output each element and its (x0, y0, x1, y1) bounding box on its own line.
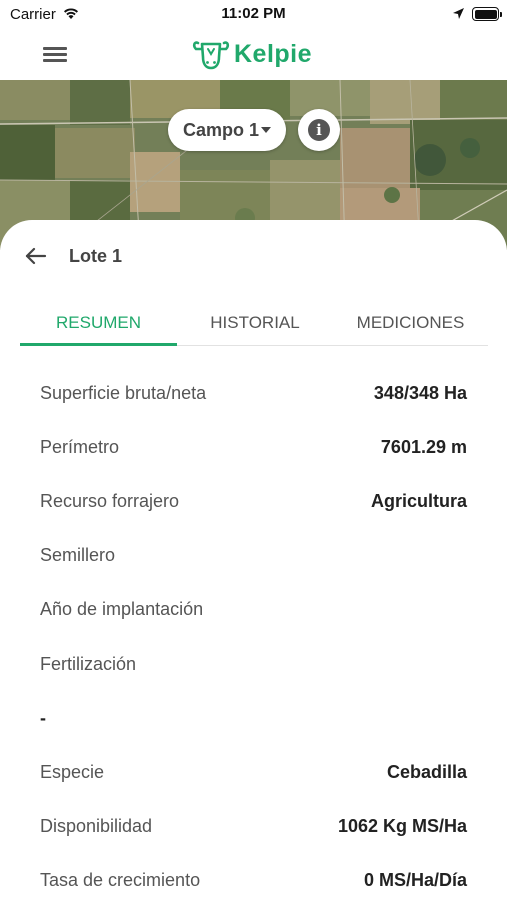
row-dash: - (40, 691, 467, 745)
field-selector-label: Campo 1 (182, 119, 260, 140)
row-label: Tasa de crecimiento (40, 870, 201, 891)
row-value: 0 MS/Ha/Día (363, 870, 467, 891)
row-recurso-forrajero: Recurso forrajero Agricultura (40, 474, 467, 528)
row-label: Disponibilidad (40, 816, 153, 837)
row-label: Perímetro (40, 436, 120, 457)
cow-logo-icon (192, 41, 230, 70)
row-value: Cebadilla (386, 761, 467, 782)
row-label: Especie (40, 761, 105, 782)
brand-name: Kelpie (234, 39, 313, 68)
row-value: 1062 Kg MS/Ha (337, 816, 467, 837)
back-arrow-icon[interactable] (22, 242, 50, 270)
row-label: Superficie bruta/neta (40, 382, 207, 403)
tab-mediciones[interactable]: MEDICIONES (333, 300, 488, 346)
battery-icon (472, 7, 502, 21)
tab-historial[interactable]: HISTORIAL (177, 300, 333, 346)
row-value: Agricultura (370, 490, 467, 511)
info-icon: i (308, 119, 330, 141)
brand-logo: Kelpie (192, 36, 312, 72)
row-especie: Especie Cebadilla (40, 745, 467, 799)
row-label: Recurso forrajero (40, 490, 180, 511)
row-label: Fertilización (40, 653, 137, 674)
caret-down-icon (261, 127, 272, 133)
row-tasa-crecimiento: Tasa de crecimiento 0 MS/Ha/Día (40, 854, 467, 900)
row-disponibilidad: Disponibilidad 1062 Kg MS/Ha (40, 800, 467, 854)
nav-bar: Kelpie (0, 30, 507, 80)
active-tab-indicator (20, 343, 177, 346)
clock: 11:02 PM (221, 5, 286, 22)
row-semillero: Semillero (40, 529, 467, 583)
row-perimetro: Perímetro 7601.29 m (40, 420, 467, 474)
status-bar: Carrier 11:02 PM (0, 0, 507, 30)
lote-title: Lote 1 (69, 246, 123, 266)
row-label: Año de implantación (40, 599, 204, 620)
row-fertilizacion: Fertilización (40, 637, 467, 691)
row-ano-implantacion: Año de implantación (40, 583, 467, 637)
summary-list: Superficie bruta/neta 348/348 Ha Perímet… (40, 366, 467, 900)
tab-bar: RESUMEN HISTORIAL MEDICIONES (20, 300, 488, 346)
row-label: - (40, 707, 46, 728)
field-selector[interactable]: Campo 1 (168, 109, 286, 151)
lote-detail-sheet: Lote 1 RESUMEN HISTORIAL MEDICIONES Supe… (0, 220, 507, 900)
row-superficie: Superficie bruta/neta 348/348 Ha (40, 366, 467, 420)
row-value: 7601.29 m (380, 436, 467, 457)
row-value: 348/348 Ha (373, 382, 467, 403)
tab-resumen[interactable]: RESUMEN (20, 300, 177, 346)
info-button[interactable]: i (298, 109, 340, 151)
hamburger-menu-icon[interactable] (40, 41, 70, 67)
row-label: Semillero (40, 545, 116, 566)
location-arrow-icon (453, 8, 464, 19)
